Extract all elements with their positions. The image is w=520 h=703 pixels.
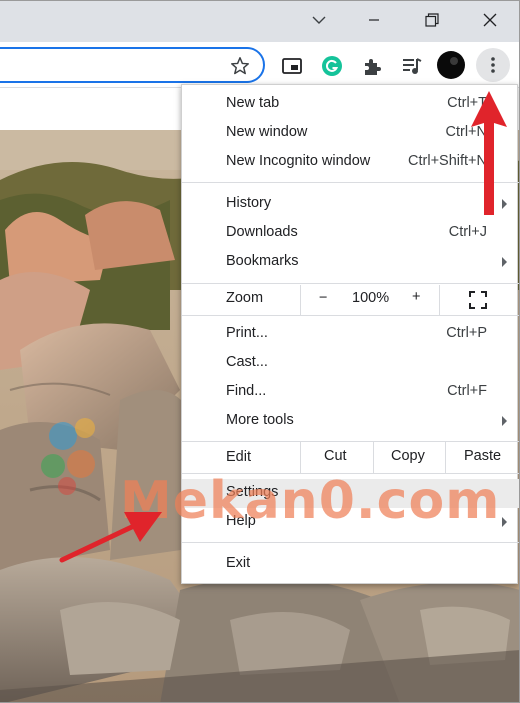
chevron-down-icon <box>312 16 326 24</box>
grammarly-button[interactable] <box>320 54 344 78</box>
submenu-arrow-icon <box>502 257 507 267</box>
zoom-divider <box>300 285 301 315</box>
menu-item-label: New Incognito window <box>226 153 371 169</box>
grammarly-icon <box>322 56 342 76</box>
menu-item-label: New tab <box>226 95 280 111</box>
menu-item-exit[interactable]: Exit <box>182 550 519 579</box>
zoom-in-button[interactable]: + <box>412 289 420 305</box>
extensions-button[interactable] <box>360 54 384 78</box>
zoom-divider <box>439 285 440 315</box>
menu-divider <box>182 283 519 284</box>
edit-divider <box>300 442 301 473</box>
more-menu-button[interactable] <box>476 48 510 82</box>
menu-item-label: Bookmarks <box>226 253 299 269</box>
menu-item-shortcut: Ctrl+P <box>446 325 487 341</box>
puzzle-icon <box>365 59 381 75</box>
copy-button[interactable]: Copy <box>391 448 425 464</box>
menu-divider <box>182 315 519 316</box>
submenu-arrow-icon <box>502 517 507 527</box>
annotation-arrow-right-icon <box>59 512 162 563</box>
zoom-label: Zoom <box>226 290 264 306</box>
menu-divider <box>182 542 519 543</box>
reading-mode-icon <box>282 58 302 74</box>
menu-item-label: Cast... <box>226 354 268 370</box>
menu-item-new-tab[interactable]: New tab Ctrl+T <box>182 90 519 119</box>
edit-divider <box>373 442 374 473</box>
minimize-icon <box>369 19 379 21</box>
menu-item-label: New window <box>226 124 308 140</box>
profile-avatar <box>437 51 465 79</box>
menu-item-new-incognito-window[interactable]: New Incognito window Ctrl+Shift+N <box>182 148 519 177</box>
restore-button[interactable] <box>403 1 461 39</box>
edit-label: Edit <box>226 449 251 465</box>
menu-item-shortcut: Ctrl+J <box>448 224 487 240</box>
menu-edit-row: Edit Cut Copy Paste <box>182 442 519 473</box>
menu-item-new-window[interactable]: New window Ctrl+N <box>182 119 519 148</box>
restore-icon <box>425 13 439 27</box>
menu-item-bookmarks[interactable]: Bookmarks <box>182 248 519 277</box>
watermark-text: Mekan0.com <box>120 471 501 531</box>
menu-item-downloads[interactable]: Downloads Ctrl+J <box>182 219 519 248</box>
cut-button[interactable]: Cut <box>324 448 347 464</box>
star-icon[interactable] <box>229 55 251 77</box>
menu-item-label: History <box>226 195 272 211</box>
watermark-logo-icon <box>41 418 95 495</box>
menu-zoom-row: Zoom − 100% + <box>182 285 519 315</box>
menu-item-find[interactable]: Find... Ctrl+F <box>182 378 519 407</box>
more-vertical-icon <box>491 57 495 73</box>
menu-item-label: Exit <box>226 555 251 571</box>
toolbar <box>0 42 519 88</box>
zoom-level-value: 100% <box>352 290 390 306</box>
menu-item-label: Find... <box>226 383 267 399</box>
close-icon <box>483 13 497 27</box>
fullscreen-icon[interactable] <box>469 291 487 309</box>
reading-mode-button[interactable] <box>280 54 304 78</box>
browser-window: New tab Ctrl+T New window Ctrl+N New Inc… <box>0 0 520 703</box>
edit-divider <box>445 442 446 473</box>
menu-item-label: Print... <box>226 325 268 341</box>
menu-item-history[interactable]: History <box>182 190 519 219</box>
menu-item-shortcut: Ctrl+F <box>447 383 487 399</box>
title-bar <box>0 1 519 42</box>
profile-button[interactable] <box>437 51 465 79</box>
tab-search-button[interactable] <box>290 1 348 39</box>
menu-item-print[interactable]: Print... Ctrl+P <box>182 320 519 349</box>
annotation-arrow-up-icon <box>471 91 507 215</box>
media-control-button[interactable] <box>400 54 424 78</box>
address-bar[interactable] <box>0 47 265 83</box>
close-button[interactable] <box>461 1 519 39</box>
menu-item-label: Downloads <box>226 224 298 240</box>
menu-item-more-tools[interactable]: More tools <box>182 407 519 436</box>
menu-item-label: More tools <box>226 412 294 428</box>
menu-divider <box>182 182 519 183</box>
minimize-button[interactable] <box>345 1 403 39</box>
zoom-out-button[interactable]: − <box>319 290 327 306</box>
menu-item-cast[interactable]: Cast... <box>182 349 519 378</box>
submenu-arrow-icon <box>502 416 507 426</box>
paste-button[interactable]: Paste <box>464 448 501 464</box>
media-queue-icon <box>403 58 422 74</box>
